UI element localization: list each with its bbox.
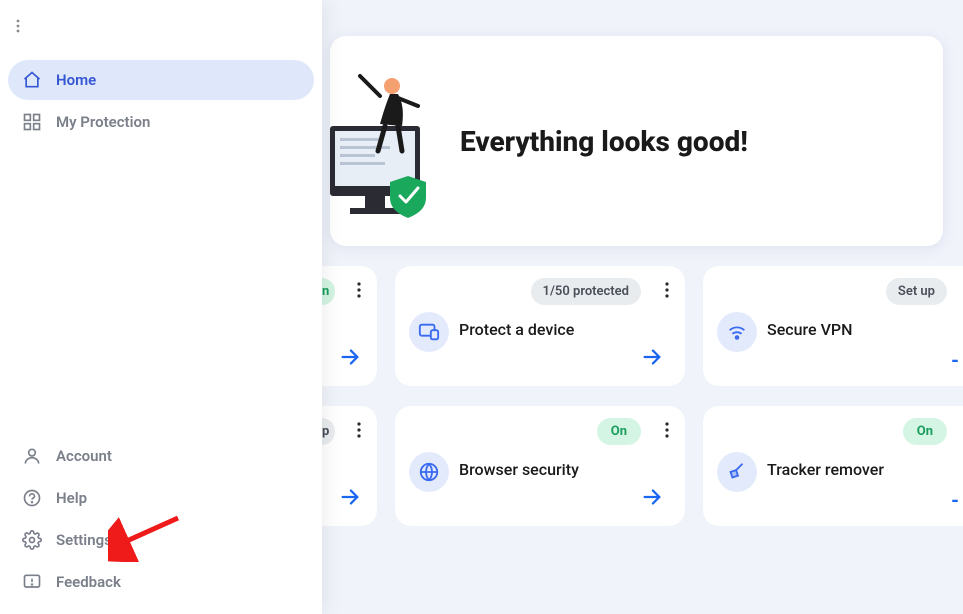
sidebar-item-label: Home xyxy=(56,71,96,89)
card-partial-antivirus[interactable]: n xyxy=(322,266,377,386)
feedback-icon xyxy=(22,572,42,592)
status-badge: On xyxy=(597,418,641,445)
sidebar-item-settings[interactable]: Settings xyxy=(8,520,314,560)
sidebar-item-home[interactable]: Home xyxy=(8,60,314,100)
account-icon xyxy=(22,446,42,466)
cards-row-1: n 1/50 protected Protect a device Set up xyxy=(322,266,963,386)
sidebar-nav-bottom: Account Help Settings xyxy=(0,434,322,614)
card-more-menu[interactable] xyxy=(665,422,669,442)
card-partial-firewall[interactable]: p xyxy=(322,406,377,526)
card-arrow[interactable] xyxy=(641,346,663,372)
device-icon xyxy=(409,312,449,352)
sidebar-item-label: Help xyxy=(56,489,87,507)
card-title: Secure VPN xyxy=(767,320,852,339)
sidebar-item-label: Account xyxy=(56,447,112,465)
status-banner: Everything looks good! xyxy=(330,36,943,246)
banner-illustration xyxy=(330,56,440,226)
card-arrow[interactable] xyxy=(641,486,663,512)
card-arrow[interactable] xyxy=(339,486,361,512)
card-partial-indicator: - xyxy=(951,348,959,372)
status-badge: On xyxy=(903,418,947,445)
status-badge: p xyxy=(322,418,335,445)
sidebar-item-help[interactable]: Help xyxy=(8,478,314,518)
sidebar-panel: Home My Protection Account xyxy=(0,0,322,614)
sidebar-item-label: My Protection xyxy=(56,113,150,131)
status-badge: 1/50 protected xyxy=(531,278,641,305)
help-icon xyxy=(22,488,42,508)
card-more-menu[interactable] xyxy=(357,422,361,442)
sidebar-item-my-protection[interactable]: My Protection xyxy=(8,102,314,142)
card-title: Tracker remover xyxy=(767,460,884,479)
banner-title: Everything looks good! xyxy=(460,125,748,158)
card-browser-security[interactable]: On Browser security xyxy=(395,406,685,526)
card-protect-device[interactable]: 1/50 protected Protect a device xyxy=(395,266,685,386)
wifi-icon xyxy=(717,312,757,352)
card-arrow[interactable] xyxy=(339,346,361,372)
status-badge: Set up xyxy=(886,278,947,305)
card-secure-vpn[interactable]: Set up Secure VPN - xyxy=(703,266,963,386)
cards-row-2: p On Browser security On xyxy=(322,406,963,526)
card-title: Browser security xyxy=(459,460,579,479)
sidebar-nav-top: Home My Protection xyxy=(0,58,322,144)
card-tracker-remover[interactable]: On Tracker remover - xyxy=(703,406,963,526)
sidebar-item-label: Feedback xyxy=(56,573,121,591)
card-title: Protect a device xyxy=(459,320,574,339)
protection-icon xyxy=(22,112,42,132)
status-badge: n xyxy=(322,278,335,305)
main-content: Everything looks good! n 1/50 protected … xyxy=(322,0,963,614)
sidebar-more-menu[interactable] xyxy=(0,10,322,58)
home-icon xyxy=(22,70,42,90)
sidebar-item-feedback[interactable]: Feedback xyxy=(8,562,314,602)
globe-icon xyxy=(409,452,449,492)
sidebar-item-label: Settings xyxy=(56,531,112,549)
sidebar-item-account[interactable]: Account xyxy=(8,436,314,476)
card-more-menu[interactable] xyxy=(665,282,669,302)
card-partial-indicator: - xyxy=(951,488,959,512)
vertical-dots-icon xyxy=(10,18,26,34)
settings-gear-icon xyxy=(22,530,42,550)
card-more-menu[interactable] xyxy=(357,282,361,302)
broom-icon xyxy=(717,452,757,492)
